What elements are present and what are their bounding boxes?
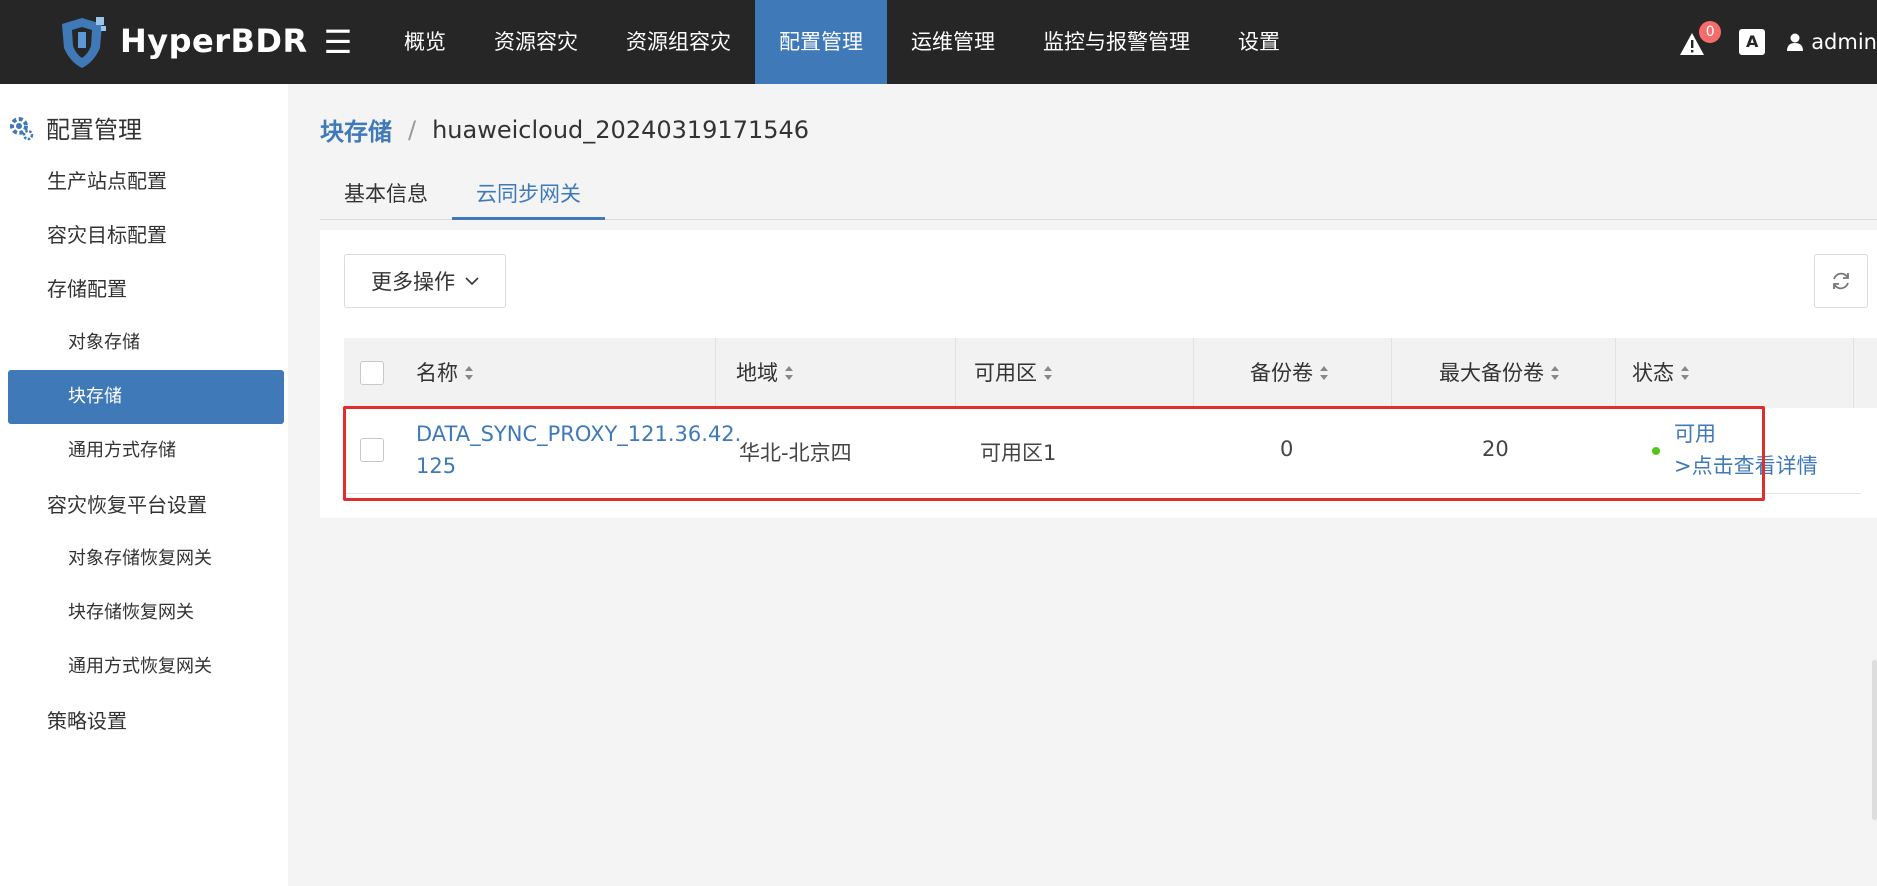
column-header-max-backup-volumes-label: 最大备份卷 [1439,361,1544,385]
hyperbdr-logo-icon [62,17,106,68]
select-all-checkbox[interactable] [360,361,384,385]
sort-icon [1320,366,1328,380]
user-menu[interactable]: admin [1787,30,1877,54]
max-backup-volumes-cell: 20 [1482,437,1509,461]
row-checkbox[interactable] [360,438,384,462]
column-divider [1193,338,1194,408]
user-icon [1787,33,1804,51]
nav-overview[interactable]: 概览 [380,0,470,84]
sidebar-item-generic-gateway[interactable]: 通用方式恢复网关 [8,640,284,694]
sort-icon [1551,366,1559,380]
zone-cell: 可用区1 [980,441,1057,465]
sidebar-item-block-storage-gateway[interactable]: 块存储恢复网关 [8,586,284,640]
column-divider [955,338,956,408]
column-header-status[interactable]: 状态 [1632,338,1690,408]
status-cell[interactable]: 可用 >点击查看详情 [1674,418,1818,482]
top-navigation-bar: HyperBDR ☰ 概览 资源容灾 资源组容灾 配置管理 运维管理 监控与报警… [0,0,1877,84]
breadcrumb-parent-link[interactable]: 块存储 [320,112,392,147]
column-header-name-label: 名称 [416,361,458,385]
table-row[interactable]: DATA_SYNC_PROXY_121.36.42. 125 华北-北京四 可用… [344,408,1861,494]
alert-button[interactable]: 0 [1679,21,1722,57]
sidebar-item-object-storage-gateway[interactable]: 对象存储恢复网关 [8,532,284,586]
column-header-region[interactable]: 地域 [736,338,794,408]
nav-operations[interactable]: 运维管理 [887,0,1019,84]
top-right-tools: 0 A admin [1679,0,1877,84]
brand-name: HyperBDR [120,22,308,60]
column-header-region-label: 地域 [736,361,778,385]
view-details-link[interactable]: >点击查看详情 [1674,450,1818,482]
column-header-max-backup-volumes[interactable]: 最大备份卷 [1439,338,1560,408]
sort-icon [1044,366,1052,380]
gateway-name-link[interactable]: DATA_SYNC_PROXY_121.36.42. 125 [416,418,742,482]
nav-resource-group-dr[interactable]: 资源组容灾 [602,0,755,84]
column-header-backup-volumes-label: 备份卷 [1250,361,1313,385]
alert-count-badge: 0 [1699,21,1722,43]
status-label: 可用 [1674,422,1716,446]
sidebar-title: 配置管理 [8,110,142,145]
gear-icon [10,116,34,140]
column-header-name[interactable]: 名称 [416,338,474,408]
sidebar-item-dr-target[interactable]: 容灾目标配置 [8,208,284,262]
nav-settings[interactable]: 设置 [1214,0,1304,84]
column-divider [1853,338,1854,408]
column-divider [1615,338,1616,408]
column-header-backup-volumes[interactable]: 备份卷 [1250,338,1329,408]
more-actions-button[interactable]: 更多操作 [344,254,506,308]
sidebar-title-label: 配置管理 [46,116,142,144]
detail-tabs: 基本信息 云同步网关 [320,172,1877,220]
backup-volumes-cell: 0 [1280,437,1294,461]
tab-basic-info[interactable]: 基本信息 [320,172,452,220]
scrollbar-thumb[interactable] [1872,660,1877,820]
column-divider [1391,338,1392,408]
sidebar-item-dr-platform[interactable]: 容灾恢复平台设置 [8,478,284,532]
sidebar-item-production-site[interactable]: 生产站点配置 [8,154,284,208]
column-header-status-label: 状态 [1632,361,1674,385]
tab-cloud-sync-gateway[interactable]: 云同步网关 [452,172,605,220]
gateway-name-line1: DATA_SYNC_PROXY_121.36.42. [416,422,742,446]
sort-icon [785,366,793,380]
sidebar-item-storage-config[interactable]: 存储配置 [8,262,284,316]
nav-configuration[interactable]: 配置管理 [755,0,887,84]
gateway-name-line2: 125 [416,454,457,478]
region-cell: 华北-北京四 [739,441,852,465]
breadcrumb: 块存储 / huaweicloud_20240319171546 [320,112,809,147]
more-actions-label: 更多操作 [371,270,455,294]
sort-icon [1681,366,1689,380]
sidebar: 配置管理 生产站点配置 容灾目标配置 存储配置 对象存储 块存储 通用方式存储 … [0,84,288,886]
breadcrumb-current: huaweicloud_20240319171546 [432,115,810,144]
chevron-down-icon [465,277,479,286]
sidebar-item-generic-storage[interactable]: 通用方式存储 [8,424,284,478]
column-header-zone[interactable]: 可用区 [974,338,1053,408]
column-header-zone-label: 可用区 [974,361,1037,385]
nav-monitoring-alerts[interactable]: 监控与报警管理 [1019,0,1214,84]
sidebar-item-object-storage[interactable]: 对象存储 [8,316,284,370]
username: admin [1811,30,1877,54]
sort-icon [465,366,473,380]
language-switch-icon[interactable]: A [1739,29,1766,55]
sidebar-item-block-storage[interactable]: 块存储 [8,370,284,424]
refresh-button[interactable] [1814,254,1868,308]
refresh-icon [1833,272,1849,290]
table-header: 名称 地域 可用区 备份卷 最大备份卷 状态 [344,338,1877,408]
breadcrumb-separator: / [408,115,417,144]
main-nav: 概览 资源容灾 资源组容灾 配置管理 运维管理 监控与报警管理 设置 [380,0,1304,84]
nav-resource-dr[interactable]: 资源容灾 [470,0,602,84]
status-ok-dot [1652,447,1660,455]
gateway-list-card: 更多操作 名称 地域 可用区 备份卷 最大备份卷 状态 DATA_SYNC_PR… [320,230,1877,518]
sidebar-item-policy[interactable]: 策略设置 [8,694,284,748]
menu-toggle-button[interactable]: ☰ [320,22,356,62]
column-divider [715,338,716,408]
